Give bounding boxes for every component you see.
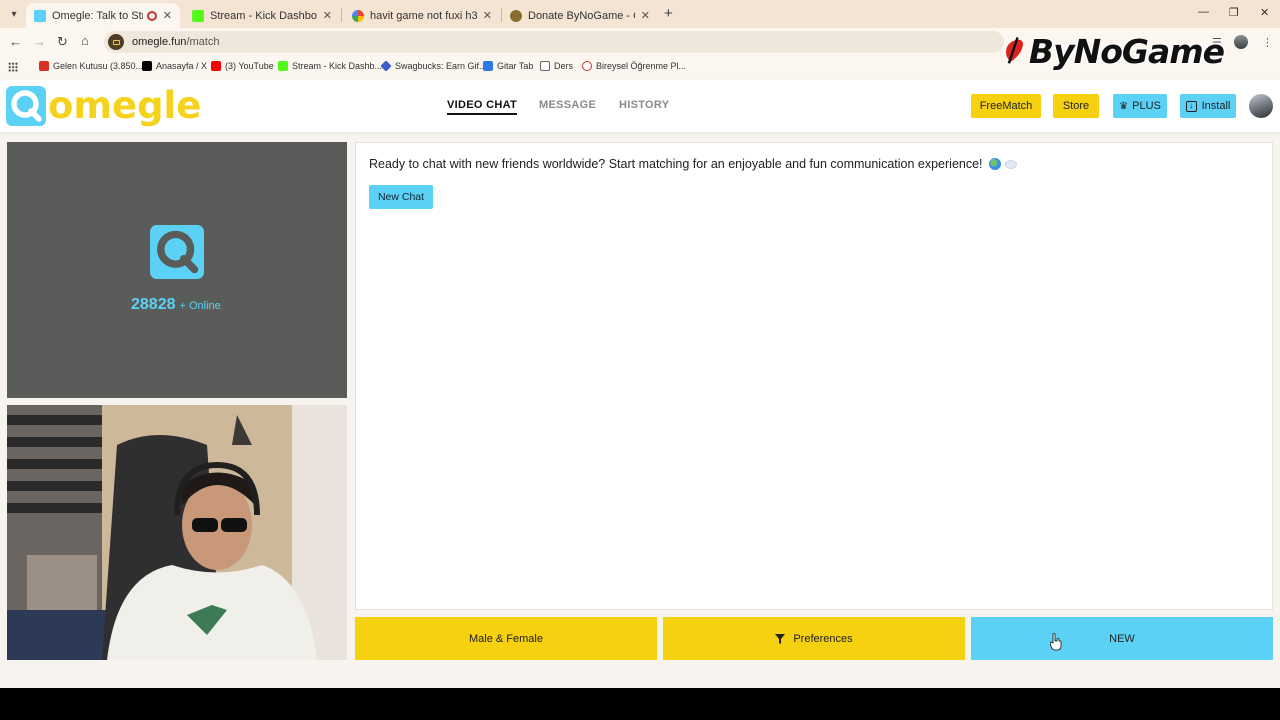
download-icon: ↓	[1185, 100, 1197, 112]
tab-search-icon[interactable]: ▾	[4, 4, 24, 24]
tab-separator	[341, 8, 342, 22]
swagbucks-icon	[380, 60, 392, 72]
bookmark-icon	[483, 61, 493, 71]
youtube-icon	[211, 61, 221, 71]
welcome-message-text: Ready to chat with new friends worldwide…	[369, 157, 983, 171]
close-window-icon[interactable]: ✕	[1260, 6, 1269, 19]
restore-icon[interactable]: ❐	[1229, 6, 1239, 19]
close-tab-icon[interactable]: ✕	[483, 9, 492, 22]
tab-title: Donate ByNoGame - Gelen/Gid	[528, 9, 635, 22]
online-counter: 28828 + Online	[131, 296, 221, 314]
kick-favicon-icon	[192, 9, 204, 22]
plus-label: PLUS	[1132, 100, 1161, 112]
address-bar[interactable]: omegle.fun/match	[104, 31, 1004, 53]
bookmark-gmail[interactable]: Gelen Kutusu (3.850...	[39, 61, 143, 71]
logo-text: omegle	[48, 84, 202, 127]
filter-icon	[775, 633, 786, 644]
speech-bubble-emoji-icon	[1004, 159, 1017, 169]
bynogame-logo-icon	[1006, 37, 1024, 64]
bookmark-label: Ders	[554, 61, 574, 71]
pointer-cursor-icon	[1050, 633, 1062, 651]
preferences-label: Preferences	[793, 632, 853, 645]
online-count: 28828	[131, 296, 176, 313]
new-match-button[interactable]: NEW	[971, 617, 1273, 660]
nav-history[interactable]: HISTORY	[619, 99, 669, 111]
recording-icon	[146, 10, 157, 21]
new-tab-button[interactable]: +	[664, 5, 673, 22]
bookmark-icon	[582, 61, 592, 71]
bookmark-label: Anasayfa / X	[156, 61, 208, 71]
bookmark-gitar-tab[interactable]: Gitar Tab	[483, 61, 533, 71]
welcome-message: Ready to chat with new friends worldwide…	[369, 157, 1017, 171]
watermark-text: ByNoGame	[1028, 31, 1225, 71]
nav-video-chat[interactable]: VIDEO CHAT	[447, 99, 518, 115]
bookmark-swagbucks[interactable]: Swagbucks: Earn Gif...	[380, 60, 487, 72]
freematch-button[interactable]: FreeMatch	[971, 94, 1041, 118]
bookmark-label: Gitar Tab	[497, 61, 534, 71]
kick-icon	[278, 61, 288, 71]
user-avatar[interactable]	[1249, 94, 1273, 118]
chat-panel	[355, 142, 1273, 610]
bookmark-ders[interactable]: Ders	[540, 61, 573, 71]
browser-profile-avatar[interactable]	[1234, 35, 1248, 49]
new-chat-button[interactable]: New Chat	[369, 185, 433, 209]
webcam-scene-image	[7, 405, 347, 660]
bookmark-bireysel[interactable]: Bireysel Öğrenme Pl...	[582, 61, 686, 71]
bookmark-x[interactable]: Anasayfa / X	[142, 61, 207, 71]
site-info-icon[interactable]	[108, 34, 124, 50]
minimize-icon[interactable]: —	[1198, 6, 1209, 18]
reload-icon[interactable]: ↻	[57, 34, 68, 50]
omegle-favicon-icon	[34, 9, 46, 22]
tab-omegle[interactable]: Omegle: Talk to Strangers v ✕	[26, 3, 180, 28]
omegle-placeholder-icon	[150, 225, 204, 279]
url-host: omegle.fun	[132, 36, 187, 48]
install-label: Install	[1201, 100, 1231, 112]
bookmark-label: (3) YouTube	[225, 61, 274, 71]
globe-emoji-icon	[988, 158, 1001, 170]
gender-filter-button[interactable]: Male & Female	[355, 617, 657, 660]
url-path: /match	[186, 36, 220, 48]
donate-favicon-icon	[510, 9, 522, 22]
bookmark-label: Stream - Kick Dashb...	[292, 61, 383, 71]
online-suffix: + Online	[179, 300, 221, 312]
bookmark-label: Swagbucks: Earn Gif...	[395, 61, 487, 71]
google-favicon-icon	[352, 9, 364, 22]
tab-title: Stream - Kick Dashboard	[210, 9, 317, 22]
home-icon[interactable]: ⌂	[81, 33, 89, 48]
close-tab-icon[interactable]: ✕	[163, 9, 172, 22]
plus-button[interactable]: ♛ PLUS	[1113, 94, 1167, 118]
x-icon	[142, 61, 152, 71]
tab-donate[interactable]: Donate ByNoGame - Gelen/Gid ✕	[502, 3, 658, 28]
self-webcam-video	[7, 405, 347, 660]
bookmark-label: Bireysel Öğrenme Pl...	[596, 61, 687, 71]
apps-grid-icon[interactable]	[8, 62, 18, 72]
url-text: omegle.fun/match	[132, 36, 219, 48]
tab-kick[interactable]: Stream - Kick Dashboard ✕	[184, 3, 340, 28]
back-icon[interactable]: ←	[9, 34, 22, 49]
omegle-logo[interactable]: omegle	[6, 86, 201, 126]
install-button[interactable]: ↓ Install	[1180, 94, 1236, 118]
bottom-black-bar	[0, 688, 1280, 720]
nav-message[interactable]: MESSAGE	[539, 99, 596, 111]
omegle-logo-icon	[6, 86, 46, 126]
bookmark-label: Gelen Kutusu (3.850...	[53, 61, 144, 71]
tab-google[interactable]: havit game not fuxi h3 - Google ✕	[344, 3, 500, 28]
store-button[interactable]: Store	[1053, 94, 1099, 118]
preferences-button[interactable]: Preferences	[663, 617, 965, 660]
tab-title: havit game not fuxi h3 - Google	[370, 9, 477, 22]
bookmark-youtube[interactable]: (3) YouTube	[211, 61, 274, 71]
folder-icon	[540, 61, 550, 71]
crown-icon: ♛	[1119, 100, 1129, 112]
close-tab-icon[interactable]: ✕	[641, 9, 650, 22]
bynogame-watermark: ByNoGame	[1004, 26, 1225, 76]
gmail-icon	[39, 61, 49, 71]
tab-title: Omegle: Talk to Strangers v	[52, 9, 143, 22]
forward-icon[interactable]: →	[33, 34, 46, 49]
browser-menu-icon[interactable]: ⋮	[1262, 36, 1273, 49]
close-tab-icon[interactable]: ✕	[323, 9, 332, 22]
bookmark-kick[interactable]: Stream - Kick Dashb...	[278, 61, 382, 71]
